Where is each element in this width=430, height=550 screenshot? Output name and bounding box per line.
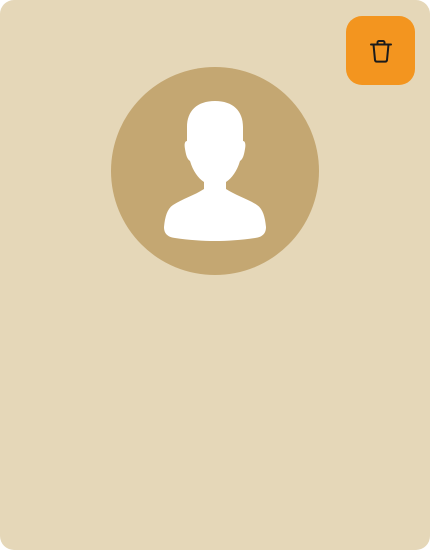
trash-icon [369,39,392,63]
profile-card [0,0,430,550]
delete-button[interactable] [346,16,415,85]
avatar [111,67,319,275]
person-silhouette-icon [164,101,266,241]
